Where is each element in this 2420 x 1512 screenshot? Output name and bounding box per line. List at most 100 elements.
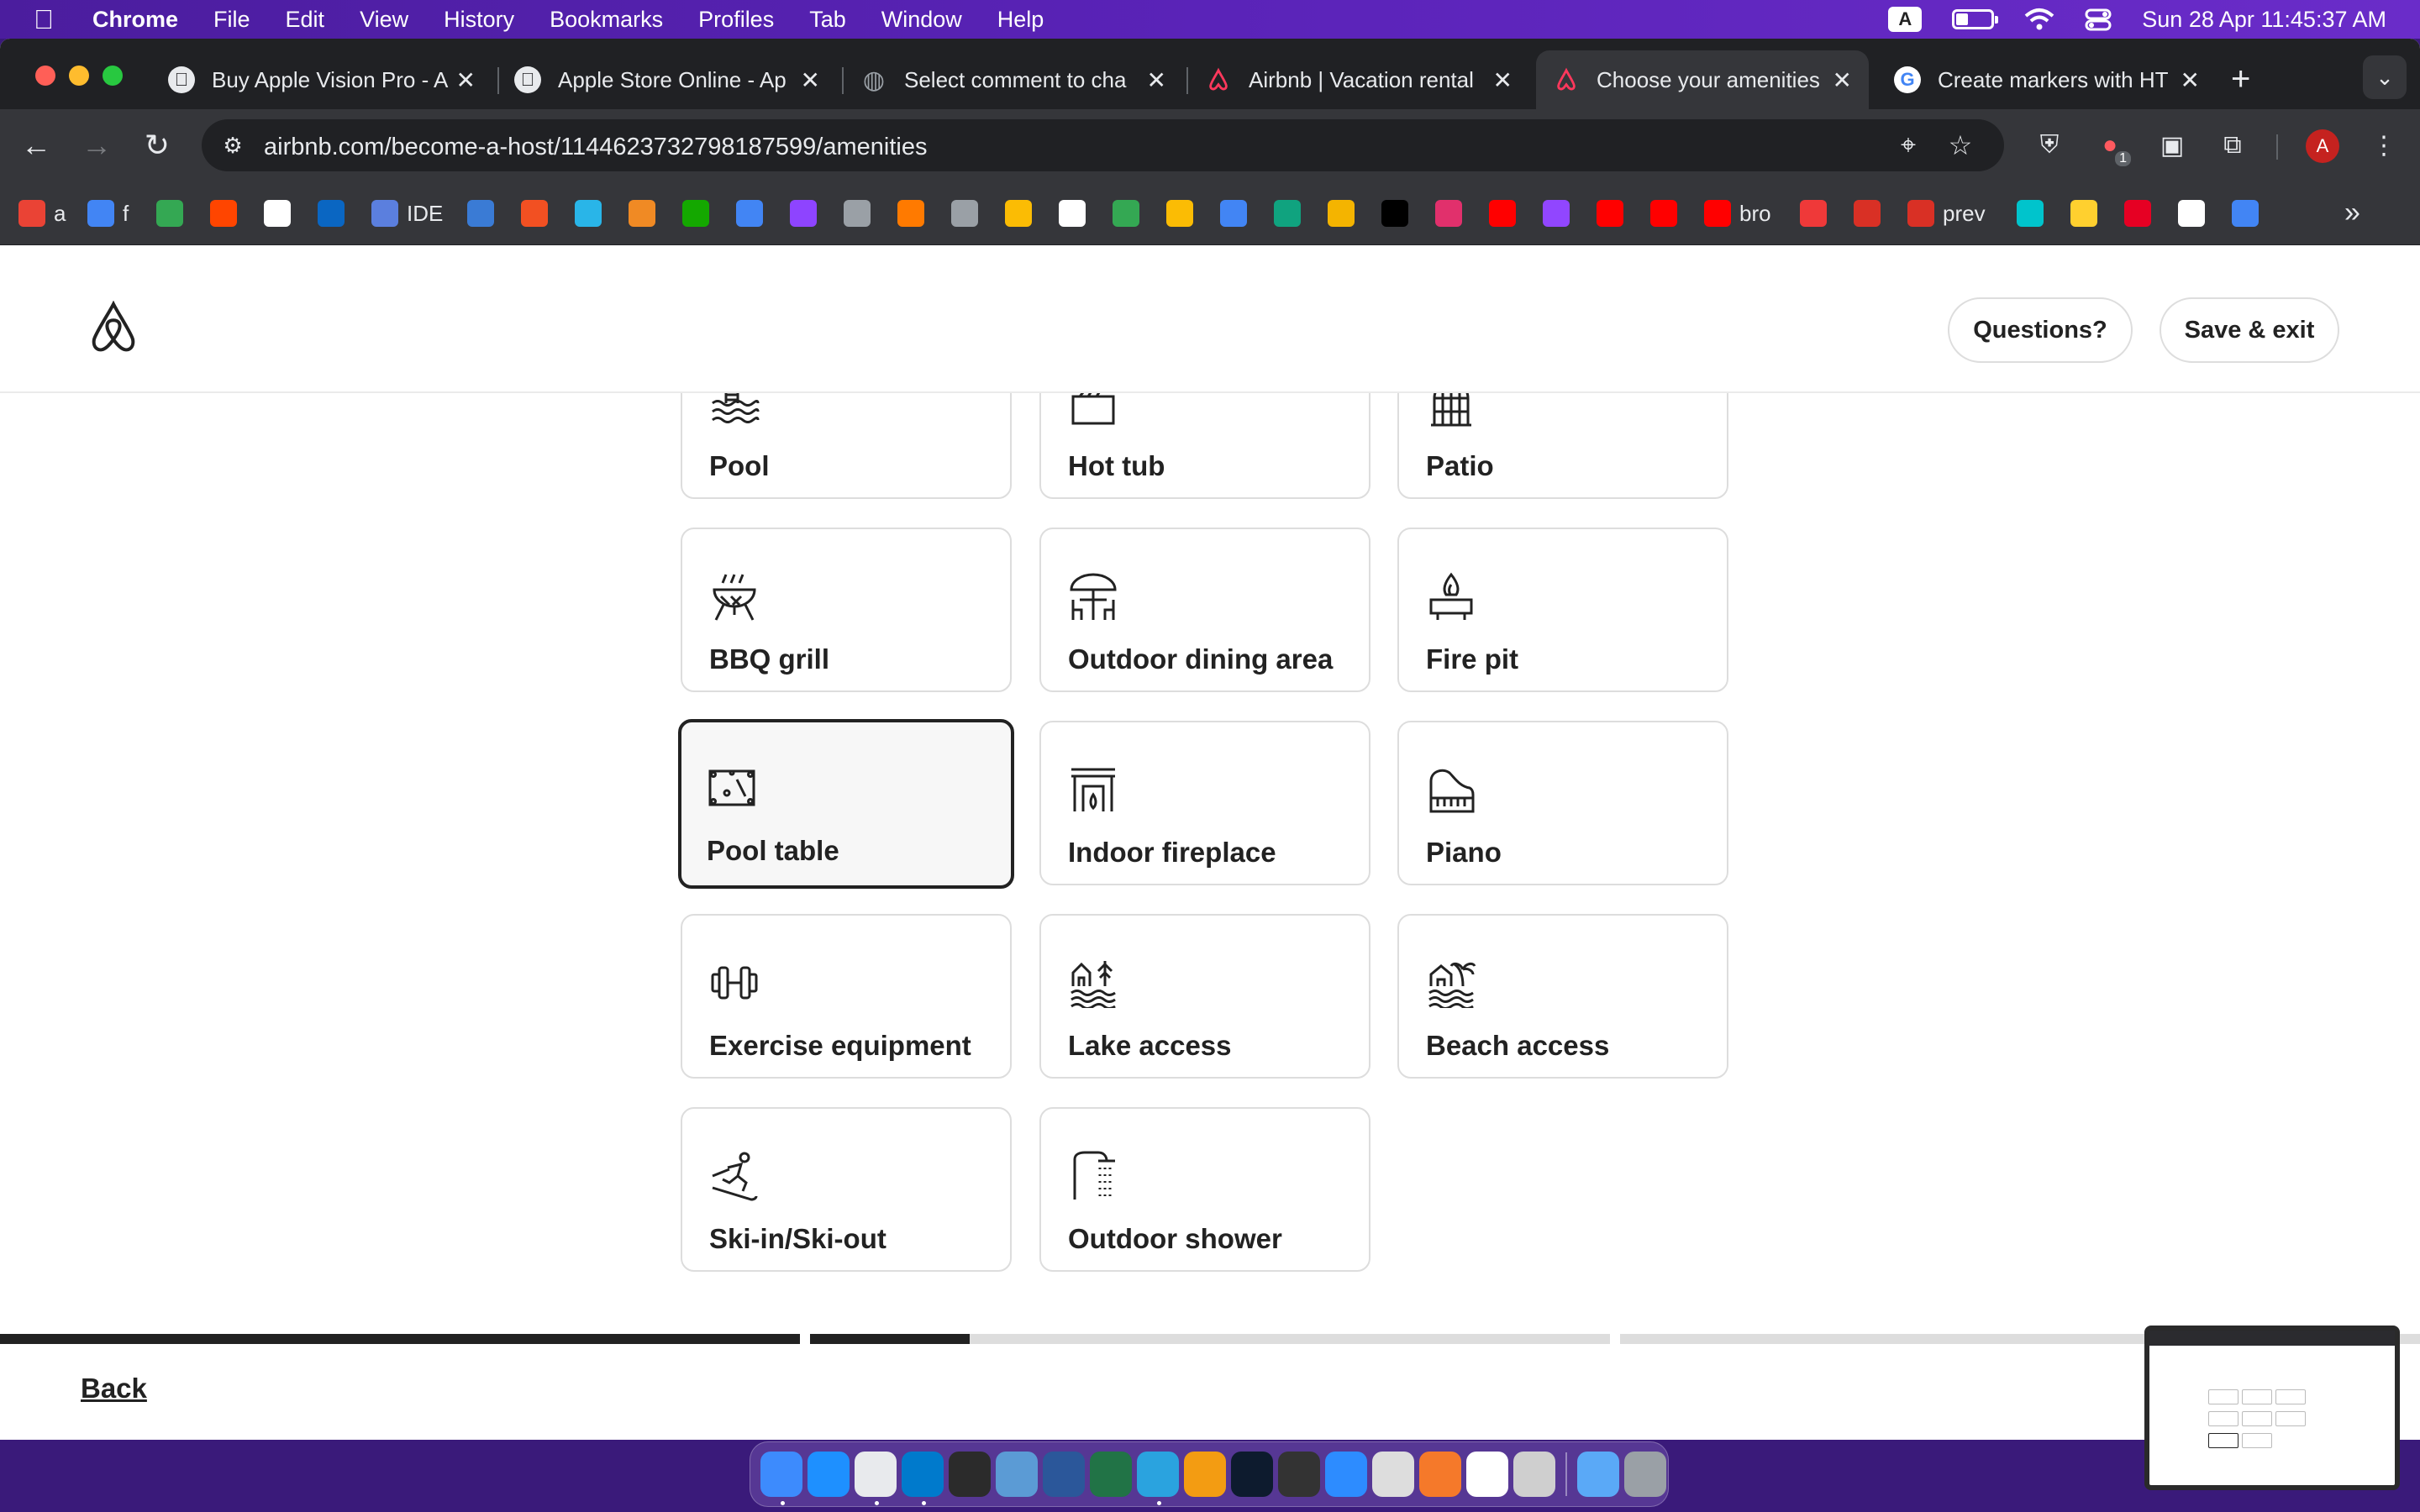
claquette-icon[interactable]	[1278, 1452, 1320, 1497]
new-tab-icon[interactable]: +	[2231, 60, 2250, 98]
folder-icon[interactable]	[1576, 1452, 1619, 1497]
chrome-icon[interactable]	[855, 1452, 897, 1505]
amenity-card-indoor-fireplace[interactable]: Indoor fireplace	[1039, 721, 1370, 885]
amenity-card-fire-pit[interactable]: Fire pit	[1397, 528, 1728, 692]
bookmark-item[interactable]	[1650, 198, 1686, 228]
bookmark-star-icon[interactable]: ☆	[1944, 129, 1976, 161]
tab-search-chevron-icon[interactable]: ⌄	[2363, 55, 2407, 99]
bookmark-item[interactable]	[1113, 198, 1148, 228]
bookmark-item[interactable]	[1381, 198, 1417, 228]
bookmark-item[interactable]	[1435, 198, 1470, 228]
bookmark-item[interactable]	[2017, 198, 2052, 228]
bookmark-item[interactable]	[2178, 198, 2213, 228]
questions-button[interactable]: Questions?	[1948, 297, 2133, 363]
amenity-card-beach-access[interactable]: Beach access	[1397, 914, 1728, 1079]
trash-icon[interactable]	[1623, 1452, 1666, 1497]
amenity-card-ski-in-ski-out[interactable]: Ski-in/Ski-out	[681, 1107, 1012, 1272]
bookmark-item[interactable]	[318, 198, 353, 228]
bookmark-item[interactable]	[629, 198, 664, 228]
menu-bookmarks[interactable]: Bookmarks	[550, 7, 663, 33]
bookmark-item[interactable]	[1059, 198, 1094, 228]
amenity-card-hot-tub[interactable]: Hot tub	[1039, 393, 1370, 499]
profile-avatar[interactable]: A	[2306, 129, 2339, 163]
bookmark-item[interactable]	[1854, 198, 1889, 228]
bookmark-item[interactable]	[1166, 198, 1202, 228]
bookmark-item[interactable]	[1220, 198, 1255, 228]
chrome-menu-kebab-icon[interactable]: ⋮	[2366, 128, 2402, 163]
reading-mode-icon[interactable]: ▣	[2154, 128, 2190, 163]
save-exit-button[interactable]: Save & exit	[2160, 297, 2339, 363]
forward-arrow-icon[interactable]: →	[76, 124, 118, 166]
pages-icon[interactable]	[1184, 1452, 1226, 1497]
tab-choose-your-amenities[interactable]: Choose your amenities ✕	[1536, 50, 1869, 109]
battery-icon[interactable]	[1952, 9, 1999, 29]
shield-extension-icon[interactable]: ⛨	[2032, 128, 2067, 163]
tab-close-icon[interactable]: ✕	[456, 66, 476, 94]
app-icon[interactable]	[996, 1452, 1038, 1497]
vscode-icon[interactable]	[902, 1452, 944, 1505]
amenity-card-pool[interactable]: Pool	[681, 393, 1012, 499]
amenity-card-lake-access[interactable]: Lake access	[1039, 914, 1370, 1079]
wifi-icon[interactable]	[2024, 8, 2054, 31]
chatgpt-icon[interactable]	[1513, 1452, 1555, 1497]
address-bar[interactable]: ⚙ airbnb.com/become-a-host/1144623732798…	[202, 119, 2004, 171]
menu-view[interactable]: View	[360, 7, 408, 33]
bookmark-item[interactable]	[2124, 198, 2160, 228]
bookmark-item[interactable]: prev	[1907, 198, 1986, 228]
tab-close-icon[interactable]: ✕	[1833, 66, 1852, 94]
bookmark-item[interactable]	[682, 198, 718, 228]
back-link[interactable]: Back	[81, 1373, 147, 1404]
bookmark-item[interactable]	[1543, 198, 1578, 228]
unity-icon[interactable]	[1372, 1452, 1414, 1497]
amenity-card-pool-table[interactable]: Pool table	[678, 719, 1014, 889]
site-settings-icon[interactable]: ⚙	[218, 131, 247, 160]
window-close-button[interactable]	[35, 66, 55, 86]
bookmark-item[interactable]	[1489, 198, 1524, 228]
bookmark-item[interactable]: a	[18, 198, 66, 228]
back-arrow-icon[interactable]: ←	[15, 124, 57, 166]
amenity-card-patio[interactable]: Patio	[1397, 393, 1728, 499]
bookmark-item[interactable]	[210, 198, 245, 228]
amenity-card-outdoor-shower[interactable]: Outdoor shower	[1039, 1107, 1370, 1272]
bookmark-item[interactable]	[736, 198, 771, 228]
input-source-indicator[interactable]: A	[1888, 7, 1923, 32]
bookmark-item[interactable]: bro	[1704, 198, 1771, 228]
bookmark-item[interactable]	[897, 198, 933, 228]
bookmark-item[interactable]	[951, 198, 986, 228]
tab-close-icon[interactable]: ✕	[2181, 66, 2200, 94]
reload-icon[interactable]: ↻	[136, 124, 178, 166]
bookmark-item[interactable]	[2232, 198, 2267, 228]
bookmark-item[interactable]	[1005, 198, 1040, 228]
bookmark-item[interactable]	[156, 198, 192, 228]
amenity-card-exercise-equipment[interactable]: Exercise equipment	[681, 914, 1012, 1079]
extension-badge-icon[interactable]: ● 1	[2092, 128, 2131, 166]
bookmark-item[interactable]	[844, 198, 879, 228]
notion-icon[interactable]	[1466, 1452, 1508, 1497]
excel-icon[interactable]	[1090, 1452, 1132, 1497]
menu-help[interactable]: Help	[997, 7, 1044, 33]
tab-close-icon[interactable]: ✕	[1147, 66, 1166, 94]
tab-close-icon[interactable]: ✕	[1493, 66, 1512, 94]
url-text[interactable]: airbnb.com/become-a-host/114462373279818…	[264, 134, 927, 161]
bookmarks-overflow-icon[interactable]: »	[2344, 197, 2360, 229]
bookmark-item[interactable]	[1328, 198, 1363, 228]
amenity-card-outdoor-dining-area[interactable]: Outdoor dining area	[1039, 528, 1370, 692]
safari-icon[interactable]	[808, 1452, 850, 1497]
tab-create-markers[interactable]: G Create markers with HT ✕	[1877, 50, 2217, 109]
apple-menu-icon[interactable]: 	[34, 4, 59, 35]
bookmark-item[interactable]	[1597, 198, 1632, 228]
screenshot-thumbnail-preview[interactable]	[2144, 1326, 2400, 1490]
bookmark-item[interactable]	[1274, 198, 1309, 228]
tab-airbnb-vacation-rentals[interactable]: Airbnb | Vacation rental ✕	[1188, 50, 1529, 109]
menu-bar-clock[interactable]: Sun 28 Apr 11:45:37 AM	[2142, 7, 2386, 33]
window-minimize-button[interactable]	[69, 66, 89, 86]
bookmark-item[interactable]	[575, 198, 610, 228]
bookmark-item[interactable]: IDE	[371, 198, 443, 228]
menu-history[interactable]: History	[444, 7, 514, 33]
menu-edit[interactable]: Edit	[286, 7, 325, 33]
airbnb-logo-icon[interactable]	[87, 301, 139, 354]
location-pin-icon[interactable]: ⌖	[1892, 129, 1924, 161]
word-icon[interactable]	[1043, 1452, 1085, 1497]
menu-app-name[interactable]: Chrome	[92, 7, 178, 33]
tab-select-comment[interactable]: ◍ Select comment to cha ✕	[844, 50, 1183, 109]
